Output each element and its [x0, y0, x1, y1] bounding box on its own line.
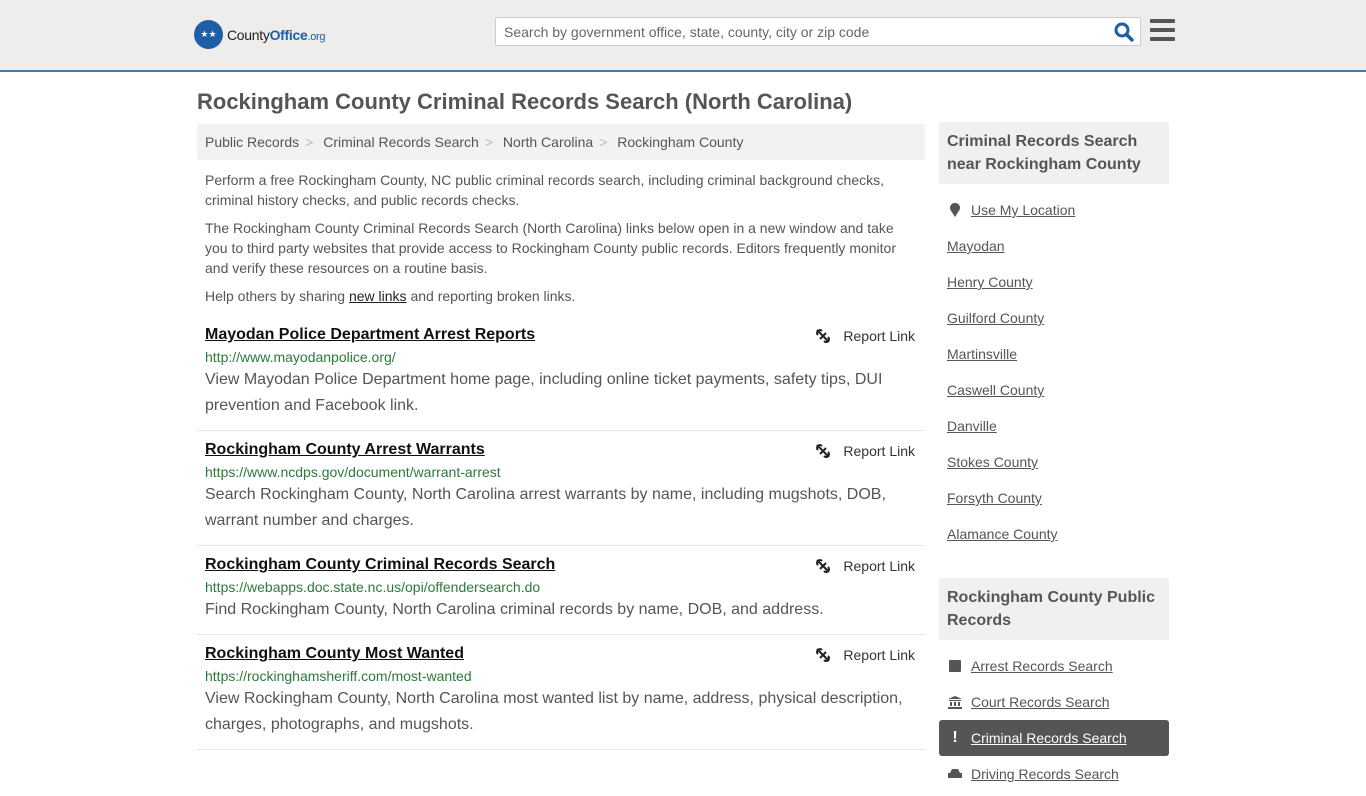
use-location-item[interactable]: Use My Location — [947, 192, 1161, 228]
logo-text: CountyOffice.org — [227, 26, 326, 43]
listing-description: View Mayodan Police Department home page… — [205, 371, 883, 414]
search-icon[interactable] — [1114, 22, 1134, 42]
hamburger-menu-icon[interactable] — [1150, 19, 1175, 41]
car-icon — [947, 768, 963, 780]
breadcrumb-north-carolina[interactable]: North Carolina — [503, 134, 593, 150]
search-input[interactable] — [496, 18, 1096, 45]
listing: Rockingham County Criminal Records Searc… — [197, 546, 925, 635]
sidebar: Criminal Records Search near Rockingham … — [939, 122, 1169, 796]
square-icon — [947, 660, 963, 672]
nearby-item[interactable]: Forsyth County — [947, 480, 1161, 516]
public-records-list: Arrest Records Search Court Records Sear… — [939, 640, 1169, 796]
public-records-heading: Rockingham County Public Records — [939, 578, 1169, 640]
listing-description: View Rockingham County, North Carolina m… — [205, 690, 903, 733]
broken-link-icon — [816, 329, 831, 343]
public-item-criminal-active[interactable]: ! Criminal Records Search — [939, 720, 1169, 756]
public-item-driving[interactable]: Driving Records Search — [947, 756, 1161, 792]
public-link[interactable]: Driving Records Search — [971, 766, 1119, 782]
nearby-link[interactable]: Caswell County — [947, 382, 1044, 398]
nearby-link[interactable]: Martinsville — [947, 346, 1017, 362]
search-box — [495, 17, 1141, 46]
nearby-link[interactable]: Mayodan — [947, 238, 1005, 254]
public-item-court[interactable]: Court Records Search — [947, 684, 1161, 720]
public-link[interactable]: Arrest Records Search — [971, 658, 1113, 674]
report-link-button[interactable]: Report Link — [815, 647, 915, 663]
nearby-link[interactable]: Stokes County — [947, 454, 1038, 470]
page-title: Rockingham County Criminal Records Searc… — [197, 89, 853, 114]
listing-url: https://rockinghamsheriff.com/most-wante… — [205, 668, 472, 684]
nearby-heading: Criminal Records Search near Rockingham … — [939, 122, 1169, 184]
nearby-list: Use My Location Mayodan Henry County Gui… — [939, 184, 1169, 556]
nearby-link[interactable]: Alamance County — [947, 526, 1058, 542]
nearby-item[interactable]: Stokes County — [947, 444, 1161, 480]
nearby-item[interactable]: Martinsville — [947, 336, 1161, 372]
broken-link-icon — [816, 648, 831, 662]
intro-text-2: The Rockingham County Criminal Records S… — [205, 220, 896, 276]
listing: Rockingham County Arrest Warrants Report… — [197, 431, 925, 546]
report-link-button[interactable]: Report Link — [815, 328, 915, 344]
nearby-item[interactable]: Guilford County — [947, 300, 1161, 336]
nearby-link[interactable]: Guilford County — [947, 310, 1044, 326]
nearby-link[interactable]: Henry County — [947, 274, 1033, 290]
public-link[interactable]: Court Records Search — [971, 694, 1110, 710]
listing-title[interactable]: Rockingham County Criminal Records Searc… — [205, 556, 555, 574]
listing: Rockingham County Most Wanted Report Lin… — [197, 635, 925, 750]
logo-eagle-icon: ★★ — [194, 20, 223, 49]
logo[interactable]: ★★ CountyOffice.org — [194, 20, 326, 49]
public-item-arrest[interactable]: Arrest Records Search — [947, 648, 1161, 684]
intro: Perform a free Rockingham County, NC pub… — [197, 170, 925, 306]
listing-description: Find Rockingham County, North Carolina c… — [205, 601, 824, 618]
broken-link-icon — [816, 444, 831, 458]
intro-text-3: Help others by sharing new links and rep… — [205, 288, 576, 304]
listing-url: https://webapps.doc.state.nc.us/opi/offe… — [205, 579, 541, 595]
breadcrumb-criminal-records[interactable]: Criminal Records Search — [323, 134, 479, 150]
breadcrumb: Public Records > Criminal Records Search >… — [197, 124, 925, 160]
listings: Mayodan Police Department Arrest Reports… — [197, 316, 925, 750]
nearby-item[interactable]: Mayodan — [947, 228, 1161, 264]
courthouse-icon — [947, 695, 963, 709]
report-link-button[interactable]: Report Link — [815, 558, 915, 574]
new-links-link[interactable]: new links — [349, 288, 407, 304]
use-my-location-link[interactable]: Use My Location — [971, 202, 1075, 218]
nearby-item[interactable]: Alamance County — [947, 516, 1161, 552]
public-link[interactable]: Criminal Records Search — [971, 730, 1127, 746]
nearby-item[interactable]: Henry County — [947, 264, 1161, 300]
listing: Mayodan Police Department Arrest Reports… — [197, 316, 925, 431]
listing-title[interactable]: Rockingham County Arrest Warrants — [205, 441, 485, 459]
breadcrumb-public-records[interactable]: Public Records — [205, 134, 299, 150]
map-marker-icon — [947, 203, 963, 217]
breadcrumb-current: Rockingham County — [617, 134, 744, 150]
listing-url: https://www.ncdps.gov/document/warrant-a… — [205, 464, 501, 480]
nearby-item[interactable]: Danville — [947, 408, 1161, 444]
exclamation-icon: ! — [952, 729, 958, 746]
main-content: Public Records > Criminal Records Search >… — [197, 124, 925, 750]
intro-text-1: Perform a free Rockingham County, NC pub… — [205, 172, 885, 208]
nearby-link[interactable]: Danville — [947, 418, 997, 434]
nearby-item[interactable]: Caswell County — [947, 372, 1161, 408]
listing-title[interactable]: Mayodan Police Department Arrest Reports — [205, 326, 535, 344]
report-link-button[interactable]: Report Link — [815, 443, 915, 459]
listing-title[interactable]: Rockingham County Most Wanted — [205, 645, 464, 663]
listing-description: Search Rockingham County, North Carolina… — [205, 486, 886, 529]
nearby-link[interactable]: Forsyth County — [947, 490, 1042, 506]
listing-url: http://www.mayodanpolice.org/ — [205, 349, 396, 365]
broken-link-icon — [816, 559, 831, 573]
site-header: ★★ CountyOffice.org — [0, 0, 1366, 72]
